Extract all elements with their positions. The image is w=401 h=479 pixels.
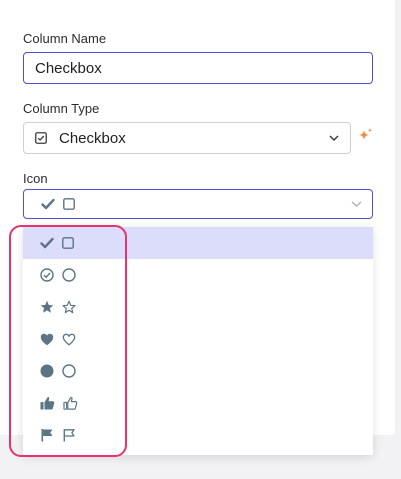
icon-option-star[interactable] [23,291,373,323]
star-filled-icon [40,300,54,314]
icon-option-check-square[interactable] [23,227,373,259]
circle-outline-icon [62,364,76,378]
checkbox-square-icon [35,132,47,144]
square-outline-icon [62,237,74,249]
column-type-select[interactable]: Checkbox [23,122,351,154]
flag-outline-icon [62,428,76,442]
star-outline-icon [62,300,76,314]
check-circle-icon [40,268,54,282]
icon-label: Icon [23,171,48,186]
sparkle-icon[interactable] [356,127,374,145]
heart-outline-icon [62,333,76,346]
icon-option-circle[interactable] [23,355,373,387]
chevron-down-icon [329,135,339,141]
check-icon [41,198,55,210]
square-outline-icon [63,198,75,210]
column-name-input[interactable] [23,52,373,84]
icon-option-thumbs-up[interactable] [23,387,373,419]
circle-filled-icon [40,364,54,378]
check-icon [40,237,54,249]
column-type-value: Checkbox [59,129,126,147]
circle-outline-icon [62,268,76,282]
column-name-label: Column Name [23,31,107,46]
thumbs-up-outline-icon [63,396,78,410]
icon-dropdown-menu [23,227,373,455]
thumbs-up-filled-icon [40,396,55,410]
icon-option-flag[interactable] [23,419,373,451]
icon-select[interactable] [23,189,373,219]
column-type-label: Column Type [23,101,100,116]
flag-filled-icon [40,428,54,442]
icon-option-heart[interactable] [23,323,373,355]
chevron-down-icon [351,201,362,207]
icon-option-check-circle[interactable] [23,259,373,291]
heart-filled-icon [40,333,54,346]
